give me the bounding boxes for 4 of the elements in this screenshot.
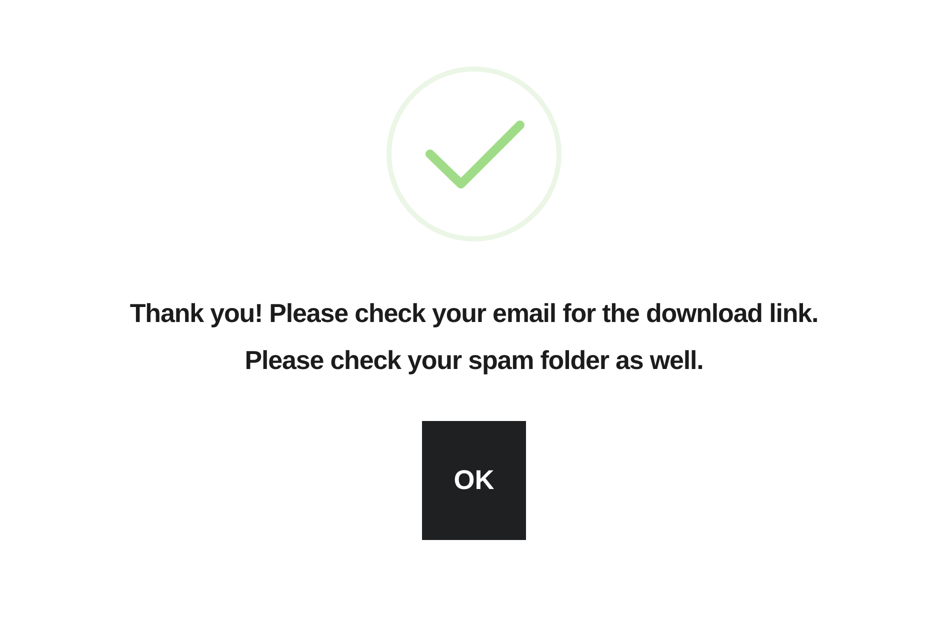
ok-button[interactable]: OK xyxy=(422,421,526,540)
success-check-icon xyxy=(386,66,562,242)
confirmation-message: Thank you! Please check your email for the download link. xyxy=(130,297,818,330)
confirmation-message: Please check your spam folder as well. xyxy=(244,344,704,377)
